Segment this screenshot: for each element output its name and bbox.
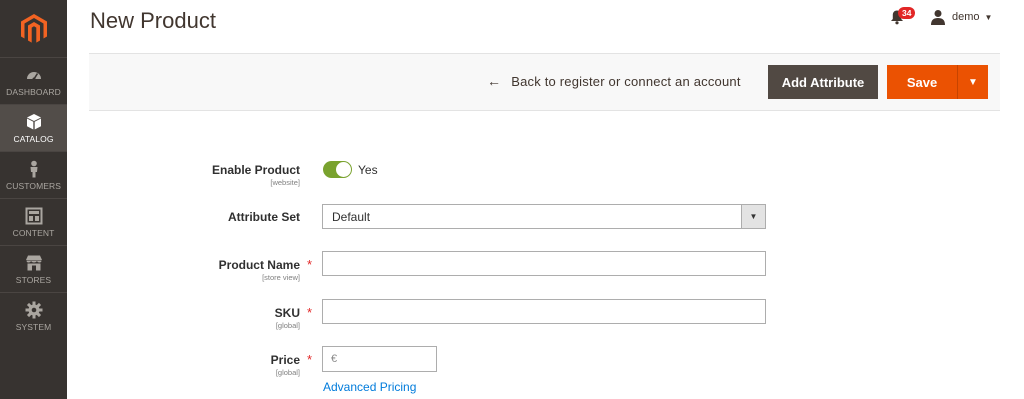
back-button[interactable]: ← Back to register or connect an account bbox=[487, 73, 741, 89]
sidebar-item-dashboard[interactable]: Dashboard bbox=[0, 57, 67, 104]
save-button[interactable]: Save bbox=[887, 65, 957, 99]
currency-symbol: € bbox=[331, 353, 338, 365]
user-menu[interactable]: demo ▼ bbox=[930, 9, 992, 25]
sidebar-item-label: Content bbox=[12, 227, 55, 238]
sku-label: SKU bbox=[274, 306, 300, 320]
sidebar-item-label: Stores bbox=[15, 274, 52, 285]
product-name-label-group: Product Name [store view] bbox=[219, 258, 300, 282]
user-icon bbox=[931, 10, 945, 25]
caret-down-icon: ▼ bbox=[968, 76, 978, 88]
price-input[interactable] bbox=[343, 347, 433, 371]
sidebar-item-stores[interactable]: Stores bbox=[0, 245, 67, 292]
notification-count-badge[interactable]: 34 bbox=[898, 7, 916, 19]
enable-product-value: Yes bbox=[358, 163, 378, 177]
chevron-down-icon: ▼ bbox=[741, 205, 765, 228]
product-name-scope: [store view] bbox=[262, 273, 300, 282]
sidebar-item-content[interactable]: Content bbox=[0, 198, 67, 245]
catalog-icon bbox=[26, 113, 41, 129]
required-asterisk: * bbox=[307, 257, 313, 272]
dashboard-icon bbox=[26, 71, 41, 80]
page-title: New Product bbox=[90, 8, 216, 33]
user-name: demo bbox=[952, 11, 980, 23]
sidebar-item-system[interactable]: System bbox=[0, 292, 67, 339]
customers-icon bbox=[30, 160, 37, 177]
magento-logo[interactable] bbox=[0, 0, 67, 57]
required-asterisk: * bbox=[307, 305, 313, 320]
enable-product-label-group: Enable Product [website] bbox=[212, 163, 300, 187]
sidebar-item-customers[interactable]: Customers bbox=[0, 151, 67, 198]
add-attribute-button[interactable]: Add Attribute bbox=[768, 65, 878, 99]
enable-product-scope: [website] bbox=[270, 178, 300, 187]
sku-input[interactable] bbox=[322, 299, 766, 324]
price-field[interactable]: € bbox=[322, 346, 437, 372]
attribute-set-label-group: Attribute Set bbox=[228, 210, 300, 224]
attribute-set-label: Attribute Set bbox=[228, 210, 300, 224]
product-name-label: Product Name bbox=[218, 258, 300, 272]
product-name-input[interactable] bbox=[322, 251, 766, 276]
toggle-knob bbox=[336, 162, 351, 177]
price-label-group: Price [global] bbox=[271, 353, 300, 377]
price-scope: [global] bbox=[275, 368, 300, 377]
price-label: Price bbox=[270, 353, 300, 367]
admin-sidebar: Dashboard Catalog Customers Content bbox=[0, 0, 67, 399]
magento-logo-icon bbox=[20, 13, 47, 43]
advanced-pricing-link[interactable]: Advanced Pricing bbox=[323, 380, 416, 394]
sidebar-item-catalog[interactable]: Catalog bbox=[0, 104, 67, 151]
required-asterisk: * bbox=[307, 352, 313, 367]
sidebar-item-label: Catalog bbox=[13, 133, 54, 144]
enable-product-label: Enable Product bbox=[211, 163, 300, 177]
chevron-down-icon: ▼ bbox=[984, 12, 993, 22]
sidebar-item-label: Dashboard bbox=[6, 86, 61, 97]
attribute-set-value: Default bbox=[332, 210, 371, 224]
attribute-set-select[interactable]: Default ▼ bbox=[322, 204, 766, 229]
sku-scope: [global] bbox=[275, 321, 300, 330]
save-options-toggle[interactable]: ▼ bbox=[957, 65, 988, 99]
content-icon bbox=[25, 207, 42, 224]
stores-icon bbox=[25, 255, 42, 270]
sidebar-item-label: System bbox=[15, 321, 52, 332]
sku-label-group: SKU [global] bbox=[275, 306, 300, 330]
sidebar-item-label: Customers bbox=[5, 180, 62, 191]
enable-product-toggle[interactable] bbox=[323, 161, 352, 178]
back-button-label: Back to register or connect an account bbox=[511, 73, 741, 89]
system-icon bbox=[25, 301, 42, 318]
arrow-left-icon: ← bbox=[487, 73, 502, 89]
